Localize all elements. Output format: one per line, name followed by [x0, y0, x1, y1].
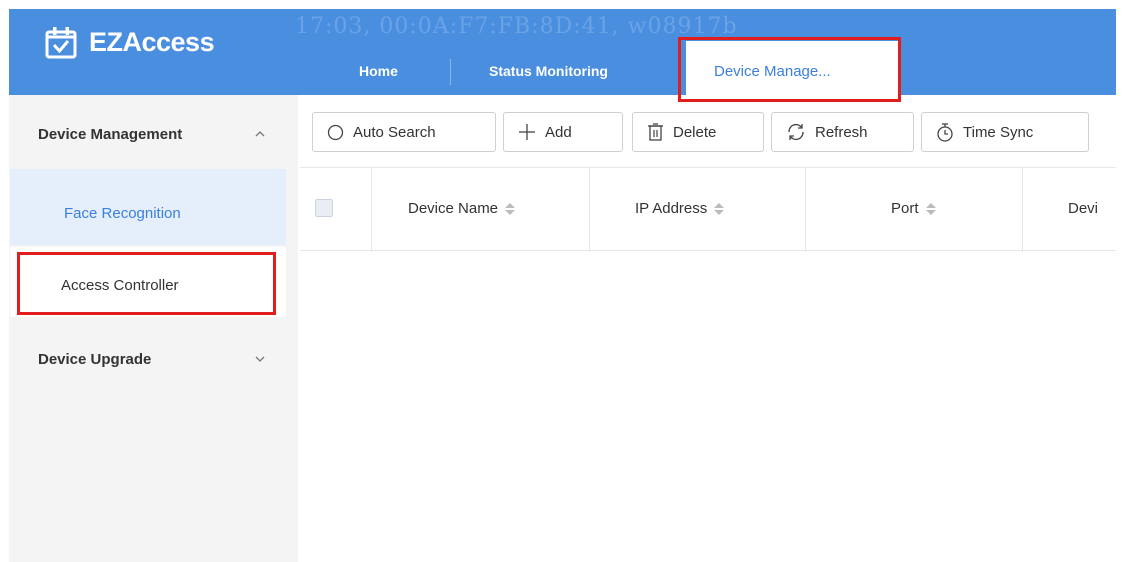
- column-port[interactable]: Port: [805, 168, 1022, 252]
- time-sync-label: Time Sync: [963, 123, 1034, 141]
- refresh-button[interactable]: Refresh: [771, 112, 914, 152]
- refresh-label: Refresh: [815, 123, 868, 141]
- add-label: Add: [545, 123, 572, 141]
- tab-status-monitoring[interactable]: Status Monitoring: [489, 63, 608, 79]
- select-all-cell: [300, 168, 371, 252]
- sort-icon[interactable]: [505, 202, 516, 215]
- sidebar-group-device-management[interactable]: Device Management: [38, 126, 182, 143]
- delete-label: Delete: [673, 123, 717, 141]
- delete-button[interactable]: Delete: [632, 112, 764, 152]
- sidebar-group-device-upgrade[interactable]: Device Upgrade: [38, 351, 151, 368]
- column-ip-address-label: IP Address: [635, 200, 708, 217]
- column-device-name-label: Device Name: [408, 200, 499, 217]
- auto-search-label: Auto Search: [353, 123, 436, 141]
- app-logo: EZAccess: [45, 25, 215, 59]
- column-device-name[interactable]: Device Name: [371, 168, 589, 252]
- sidebar-item-label: Access Controller: [61, 277, 179, 294]
- calendar-check-icon: [45, 27, 77, 59]
- sidebar-item-face-recognition[interactable]: Face Recognition: [10, 169, 286, 245]
- search-icon: [327, 124, 344, 140]
- column-port-label: Port: [891, 200, 919, 217]
- sidebar-item-access-controller[interactable]: Access Controller: [10, 247, 286, 317]
- add-button[interactable]: Add: [503, 112, 623, 152]
- tab-device-management-label: Device Manage...: [714, 63, 831, 80]
- time-sync-button[interactable]: Time Sync: [921, 112, 1089, 152]
- sidebar-item-label: Face Recognition: [64, 205, 181, 222]
- column-ip-address[interactable]: IP Address: [589, 168, 805, 252]
- select-all-checkbox[interactable]: [315, 199, 333, 217]
- tab-home[interactable]: Home: [359, 63, 398, 79]
- tab-device-management[interactable]: Device Manage...: [686, 41, 898, 99]
- refresh-icon: [788, 124, 804, 140]
- watermark-text: 17:03, 00:0A:F7:FB:8D:41, w08917b: [295, 14, 738, 39]
- sort-icon[interactable]: [714, 202, 725, 215]
- stopwatch-icon: [937, 122, 953, 142]
- chevron-up-icon[interactable]: [254, 128, 266, 140]
- sidebar: Device Management Face Recognition Acces…: [9, 95, 298, 562]
- column-device-type-label: Devi: [1068, 200, 1099, 217]
- app-name: EZAccess: [89, 26, 215, 57]
- trash-icon: [648, 123, 663, 141]
- tab-divider: [450, 59, 451, 85]
- top-header: 17:03, 00:0A:F7:FB:8D:41, w08917b EZAcce…: [9, 9, 1116, 99]
- sort-icon[interactable]: [925, 202, 936, 215]
- column-device-type[interactable]: Devi: [1022, 168, 1116, 252]
- plus-icon: [519, 124, 535, 140]
- table-header: Device Name IP Address Port Devi: [300, 167, 1116, 252]
- auto-search-button[interactable]: Auto Search: [312, 112, 496, 152]
- chevron-down-icon[interactable]: [254, 353, 266, 365]
